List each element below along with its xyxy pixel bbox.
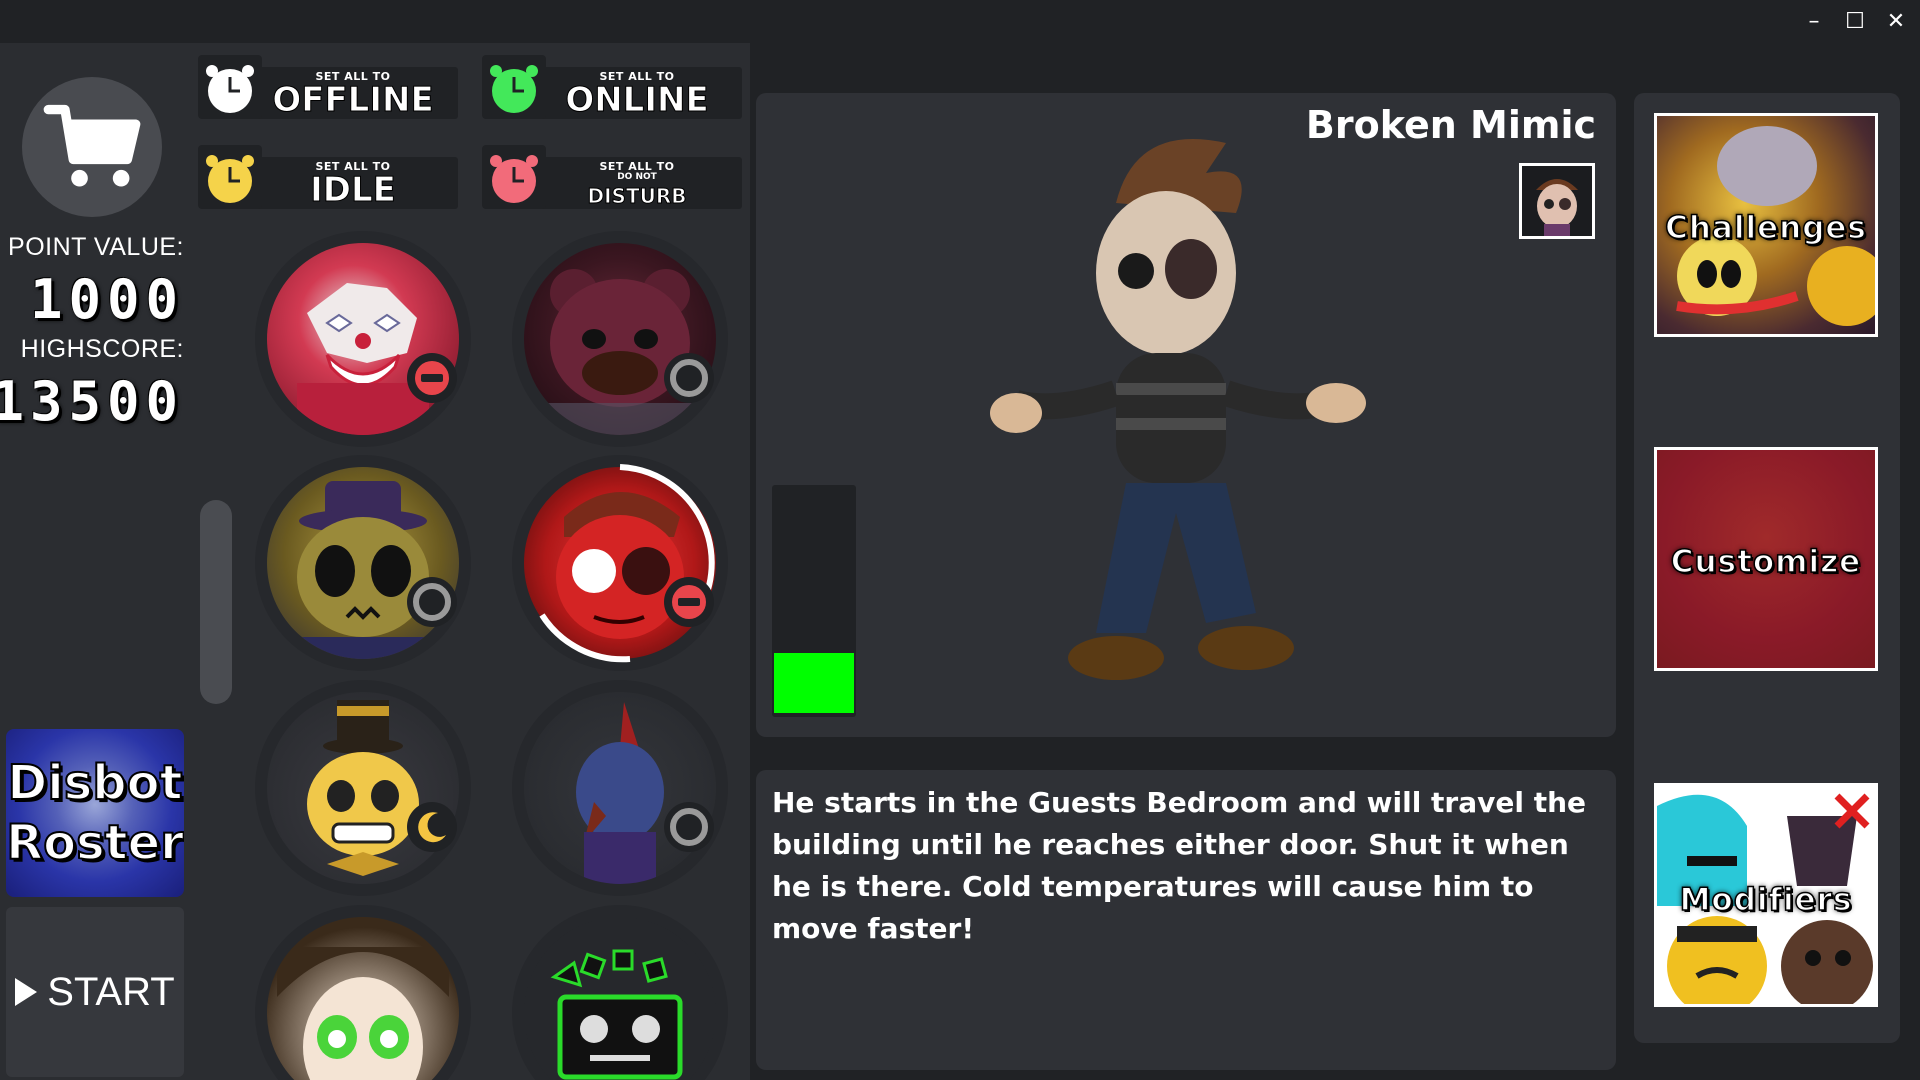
do-not-disturb-icon (407, 353, 457, 403)
point-value-label: POINT VALUE: (8, 233, 184, 261)
set-all-idle-button[interactable]: SET ALL TO IDLE (198, 145, 458, 215)
set-all-offline-button[interactable]: SET ALL TO OFFLINE (198, 55, 458, 125)
roster-slot-5[interactable] (255, 680, 471, 896)
blue-bird-portrait (524, 692, 716, 884)
roster-slot-6[interactable] (512, 680, 728, 896)
activity-meter-fill (774, 653, 854, 713)
idle-moon-icon (407, 802, 457, 852)
set-all-online-button[interactable]: SET ALL TO ONLINE (482, 55, 742, 125)
roster-slot-3[interactable] (255, 455, 471, 671)
roster-slot-4[interactable] (512, 455, 728, 671)
maximize-icon[interactable]: ☐ (1837, 6, 1873, 36)
roster-slot-1[interactable] (255, 231, 471, 447)
character-description-panel: He starts in the Guests Bedroom and will… (756, 770, 1616, 1070)
character-thumbnail[interactable] (1519, 163, 1595, 239)
do-not-disturb-icon (664, 577, 714, 627)
roster-scrollbar[interactable] (200, 500, 232, 704)
title-bar: – ☐ ✕ (0, 0, 1920, 43)
highscore-label: HIGHSCORE: (20, 335, 184, 363)
shop-button[interactable] (22, 77, 162, 217)
character-model (990, 139, 1366, 680)
green-robot-portrait (524, 917, 716, 1080)
character-description: He starts in the Guests Bedroom and will… (772, 786, 1587, 945)
hat-bear-portrait (267, 467, 459, 659)
red-clown-portrait (267, 243, 459, 435)
point-value: 1000 (29, 268, 184, 331)
character-preview-panel: Broken Mimic (756, 93, 1616, 737)
offline-icon (664, 353, 714, 403)
disbot-roster-button[interactable]: Disbot Roster (6, 729, 184, 897)
start-button[interactable]: START (6, 907, 184, 1077)
offline-icon (664, 802, 714, 852)
roster-title: Disbot Roster (6, 754, 184, 872)
customize-button[interactable]: Customize (1654, 447, 1878, 671)
offline-icon (407, 577, 457, 627)
shopping-cart-icon (43, 104, 141, 187)
modifiers-button[interactable]: Modifiers (1654, 783, 1878, 1007)
highscore-value: 13500 (0, 370, 184, 433)
challenges-button[interactable]: Challenges (1654, 113, 1878, 337)
progress-ring (539, 464, 715, 663)
dark-bear-portrait (524, 243, 716, 435)
set-all-do-not-disturb-button[interactable]: SET ALL TO DO NOT DISTURB (482, 145, 742, 215)
side-menu: Challenges Customize Modifiers (1634, 93, 1900, 1043)
close-icon[interactable]: ✕ (1878, 6, 1914, 36)
minimize-icon[interactable]: – (1796, 6, 1832, 36)
play-icon (15, 978, 38, 1006)
green-eyed-portrait (267, 917, 459, 1080)
tophat-skull-portrait (267, 692, 459, 884)
roster-slot-2[interactable] (512, 231, 728, 447)
activity-meter (772, 485, 856, 717)
start-label: START (47, 969, 175, 1014)
